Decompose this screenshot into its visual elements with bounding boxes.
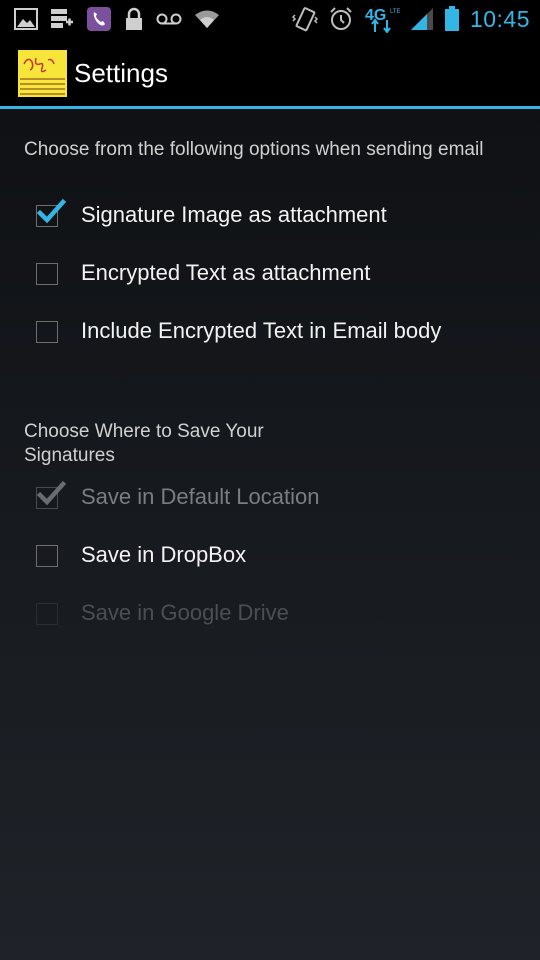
option-label: Include Encrypted Text in Email body (81, 318, 442, 343)
checkmark-icon (36, 198, 67, 224)
checkbox[interactable] (36, 198, 67, 227)
page-title: Settings (74, 58, 168, 88)
svg-text:LTE: LTE (390, 9, 400, 15)
signal-icon (410, 7, 434, 31)
option-save-dropbox[interactable]: Save in DropBox (0, 528, 540, 586)
option-include-encrypted-text-body[interactable]: Include Encrypted Text in Email body (0, 304, 540, 362)
checkbox[interactable] (36, 263, 58, 285)
option-label: Signature Image as attachment (81, 202, 387, 227)
checkmark-icon (36, 480, 67, 506)
viber-icon (86, 6, 112, 32)
checkbox (36, 480, 67, 509)
action-bar: Settings (0, 38, 540, 109)
voicemail-icon (156, 12, 182, 26)
alarm-icon (328, 6, 354, 32)
network-4g-icon: 4G LTE (364, 5, 400, 33)
action-bar-divider (0, 106, 540, 109)
clock: 10:45 (469, 5, 530, 32)
picture-icon (14, 8, 38, 30)
email-section-header: Choose from the following options when s… (24, 139, 484, 160)
option-save-default-location: Save in Default Location (0, 470, 540, 528)
status-bar: 4G LTE 10:45 (0, 0, 540, 38)
checkbox[interactable] (36, 545, 58, 567)
option-label: Encrypted Text as attachment (81, 260, 371, 285)
notification-icons (14, 6, 220, 32)
option-encrypted-text-attachment[interactable]: Encrypted Text as attachment (0, 246, 540, 304)
option-signature-image-attachment[interactable]: Signature Image as attachment (0, 188, 540, 246)
option-label: Save in DropBox (81, 542, 247, 567)
system-icons: 4G LTE 10:45 (291, 5, 530, 33)
vibrate-icon (291, 6, 318, 32)
storage-icon (50, 7, 74, 31)
lock-icon (124, 7, 144, 31)
option-label: Save in Default Location (81, 484, 320, 509)
save-section-header: Choose Where to Save Your Signatures (24, 421, 264, 466)
checkbox[interactable] (36, 321, 58, 343)
option-save-google-drive: Save in Google Drive (0, 586, 540, 644)
checkbox (36, 603, 58, 625)
app-icon[interactable] (18, 50, 67, 97)
battery-icon (444, 6, 460, 32)
option-label: Save in Google Drive (81, 600, 289, 625)
wifi-icon (194, 9, 220, 29)
